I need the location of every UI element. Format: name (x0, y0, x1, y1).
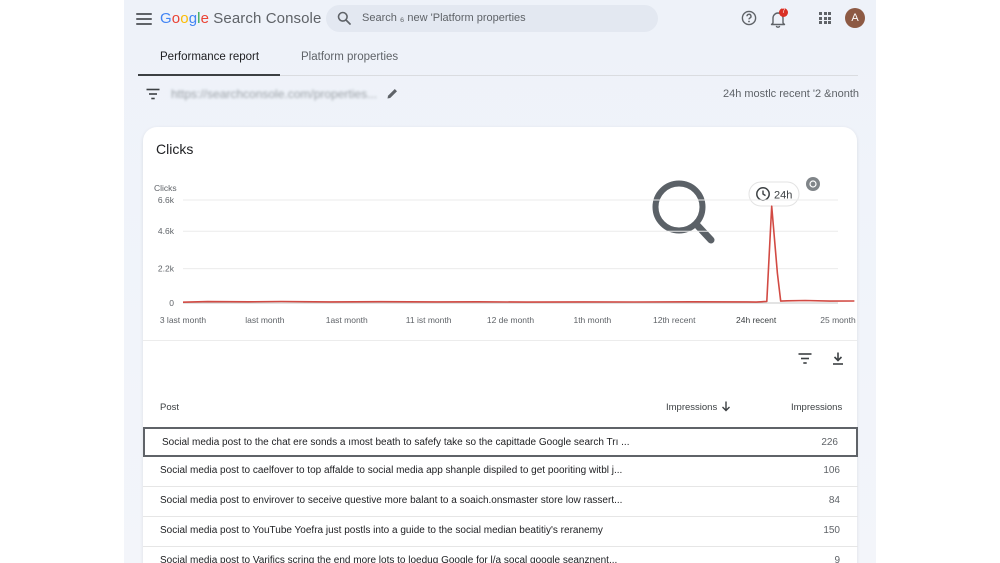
y-tick-label: 4.6k (158, 226, 175, 236)
table-filter-icon[interactable] (798, 353, 812, 364)
search-console-app: Google Search Console Search ₆ new 'Plat… (124, 0, 876, 563)
row-impressions: 84 (828, 495, 840, 506)
row-impressions: 226 (821, 437, 838, 448)
row-post-title: Social media post to YouTube Yoefra just… (160, 525, 603, 536)
download-icon[interactable] (832, 352, 844, 365)
active-tab-indicator (138, 74, 280, 76)
row-impressions: 150 (823, 525, 840, 536)
table-row[interactable]: Social media post to the chat ere sonds … (143, 427, 858, 457)
tab-performance-report[interactable]: Performance report (160, 51, 259, 63)
app-logo[interactable]: Google Search Console (160, 10, 321, 27)
apps-grid-icon[interactable] (819, 12, 831, 24)
x-tick-label: 1th month (573, 315, 611, 325)
sort-descending-arrow-icon[interactable] (721, 401, 731, 412)
table-row[interactable]: Social media post to caelfover to top af… (143, 457, 858, 487)
x-tick-label: 1ast month (326, 315, 368, 325)
search-placeholder: Search ₆ new 'Platform properties (362, 12, 526, 24)
y-axis-label: Clicks (154, 183, 177, 193)
tooltip-24h[interactable]: 24h (748, 181, 800, 207)
table-row[interactable]: Social media post to envirover to seceiv… (143, 487, 858, 517)
search-icon (337, 11, 351, 25)
column-header-impressions-sorted[interactable]: Impressions (666, 402, 717, 413)
y-tick-label: 6.6k (158, 195, 175, 205)
row-impressions: 9 (834, 555, 840, 563)
row-impressions: 106 (823, 465, 840, 476)
clicks-series-line (182, 205, 855, 303)
y-tick-label: 0 (169, 298, 174, 308)
row-post-title: Social media post to envirover to seceiv… (160, 495, 623, 506)
edit-pencil-icon[interactable] (386, 87, 399, 100)
y-tick-label: 2.2k (158, 264, 175, 274)
x-tick-label: 12th recent (653, 315, 696, 325)
notification-badge: 7 (779, 8, 788, 17)
property-url[interactable]: https://searchconsole.com/properties... (171, 87, 377, 101)
hamburger-menu-icon[interactable] (136, 10, 152, 28)
top-bar: Google Search Console Search ₆ new 'Plat… (124, 0, 876, 38)
chart-table-divider (143, 340, 857, 341)
row-post-title: Social media post to the chat ere sonds … (162, 437, 630, 448)
tab-platform-properties[interactable]: Platform properties (301, 51, 398, 63)
row-post-title: Social media post to Varifics scring the… (160, 555, 618, 563)
performance-card: Clicks 24h Clicks 6.6k 4.6k 2.2k 0 3 las… (143, 127, 858, 563)
x-tick-label: 3 last month (160, 315, 207, 325)
x-tick-label: 25 month (820, 315, 856, 325)
x-tick-label: 12 de month (487, 315, 535, 325)
search-input[interactable]: Search ₆ new 'Platform properties (326, 5, 658, 32)
account-avatar[interactable]: A (845, 8, 865, 28)
date-range-label[interactable]: 24h mostlc recent '2 &nonth (723, 88, 859, 100)
filter-icon[interactable] (146, 88, 160, 100)
x-tick-label: last month (245, 315, 284, 325)
table-row[interactable]: Social media post to Varifics scring the… (143, 547, 858, 563)
help-icon[interactable] (741, 10, 757, 26)
table-row[interactable]: Social media post to YouTube Yoefra just… (143, 517, 858, 547)
tab-bar: Performance report Platform properties (138, 42, 858, 76)
refresh-icon[interactable] (806, 177, 820, 191)
clicks-chart: 24h Clicks 6.6k 4.6k 2.2k 0 3 last month last … (154, 177, 856, 325)
x-tick-label: 11 ist month (406, 315, 452, 325)
column-header-post[interactable]: Post (160, 402, 179, 413)
column-header-impressions[interactable]: Impressions (791, 402, 842, 413)
row-post-title: Social media post to caelfover to top af… (160, 465, 623, 476)
x-tick-label: 24h recent (736, 315, 777, 325)
